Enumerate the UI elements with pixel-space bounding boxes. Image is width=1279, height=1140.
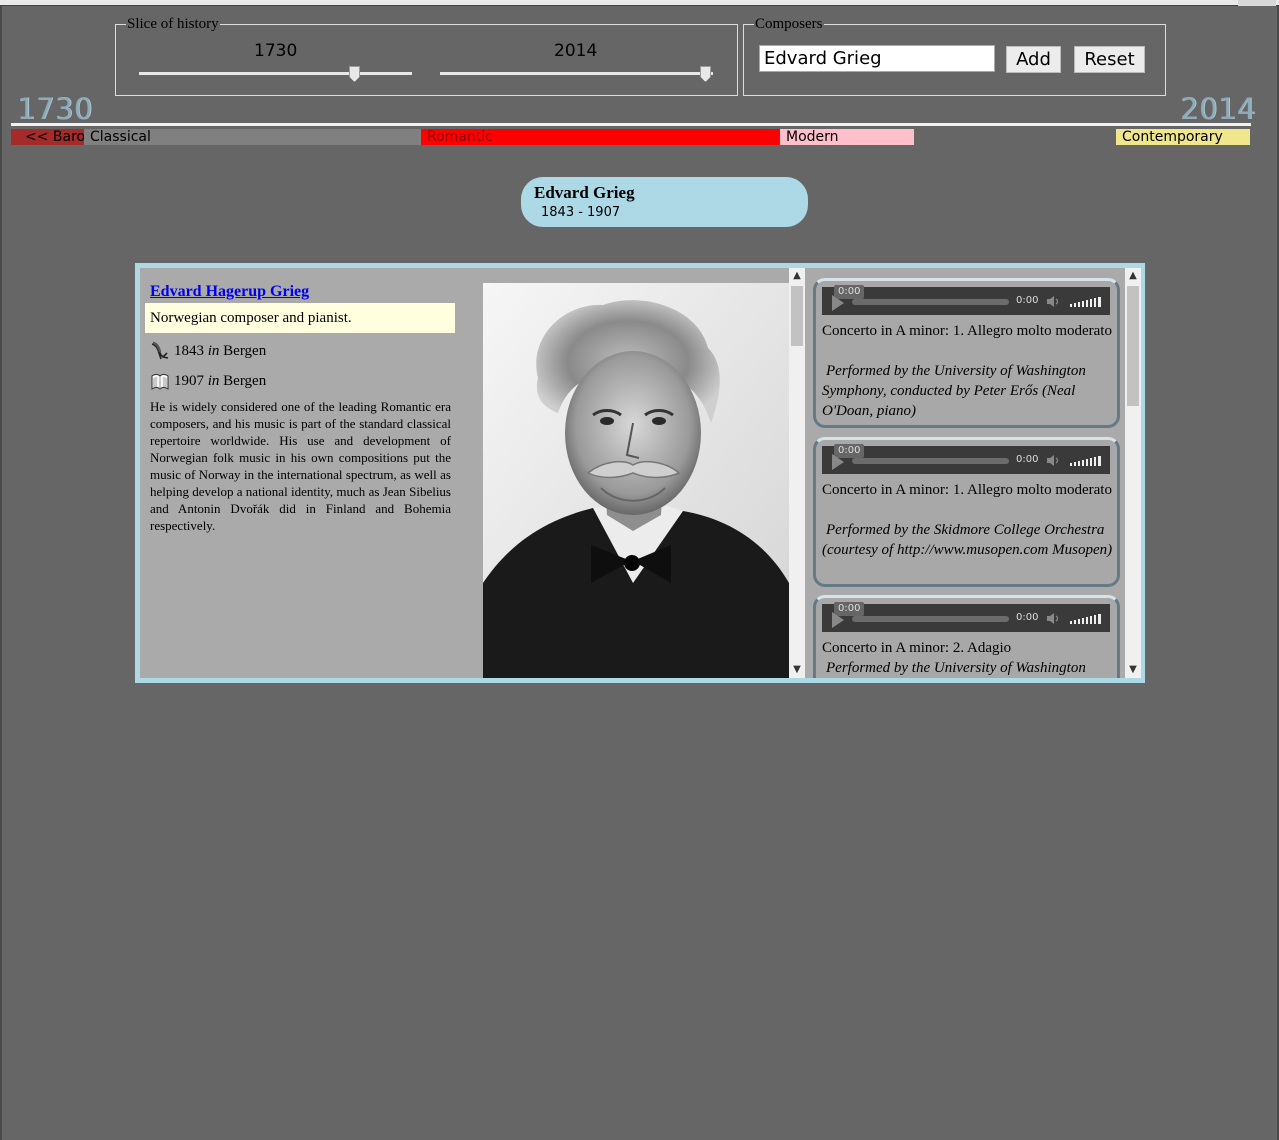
scroll-up-arrow-icon[interactable]: ▲ [789, 268, 805, 284]
reset-button[interactable]: Reset [1074, 46, 1145, 73]
progress-bar[interactable] [852, 458, 1009, 464]
recording-performer: Performed by the University of Washingto… [826, 660, 1086, 676]
era-contemporary[interactable]: Contemporary [1116, 129, 1250, 145]
start-year-value: 1730 [254, 41, 298, 61]
era-classical[interactable]: Classical [84, 129, 421, 145]
composer-bubble-name: Edvard Grieg [534, 183, 635, 202]
quill-icon [151, 341, 169, 360]
death-info: 1907 in Bergen [150, 371, 266, 391]
current-time: 0:00 [1016, 454, 1039, 465]
audio-player[interactable]: 0:00 0:00 [822, 602, 1110, 632]
recordings-pane: 0:00 0:00 Concerto in A minor: 1. Allegr… [810, 268, 1125, 678]
composer-input[interactable] [759, 45, 995, 72]
scroll-thumb[interactable] [791, 286, 803, 346]
timeline-start-year: 1730 [17, 92, 93, 126]
composer-description: Norwegian composer and pianist. [145, 303, 455, 333]
birth-in-word: in [207, 342, 220, 359]
play-icon[interactable] [832, 295, 844, 311]
composer-bubble[interactable]: Edvard Grieg 1843 - 1907 [521, 177, 808, 227]
scroll-up-arrow-icon[interactable]: ▲ [1125, 268, 1141, 284]
recording-item: 0:00 0:00 Concerto in A minor: 1. Allegr… [813, 437, 1120, 587]
slice-legend: Slice of history [127, 16, 219, 32]
recording-performer: Performed by the University of Washingto… [822, 363, 1086, 419]
era-baroque[interactable]: << Baroque [11, 129, 84, 145]
play-icon[interactable] [832, 454, 844, 470]
composer-portrait [483, 283, 789, 678]
volume-bars-icon[interactable] [1070, 612, 1104, 626]
composer-biography: He is widely considered one of the leadi… [150, 399, 451, 533]
start-year-slider[interactable] [139, 72, 412, 75]
audio-player[interactable]: 0:00 0:00 [822, 444, 1110, 474]
recording-item: 0:00 0:00 Concerto in A minor: 2. Adagio… [813, 595, 1120, 678]
speaker-icon[interactable] [1046, 612, 1062, 625]
window-control [1238, 0, 1276, 6]
slice-of-history-box: Slice of history [115, 16, 738, 96]
composers-legend: Composers [755, 16, 823, 32]
recording-title: Concerto in A minor: 1. Allegro molto mo… [822, 323, 1112, 339]
birth-year: 1843 [174, 342, 204, 359]
add-button[interactable]: Add [1006, 46, 1061, 73]
composer-bubble-dates: 1843 - 1907 [541, 205, 621, 220]
recording-title: Concerto in A minor: 1. Allegro molto mo… [822, 482, 1112, 498]
birth-info: 1843 in Bergen [150, 341, 266, 361]
frame-border-left [0, 6, 2, 1140]
biography-pane: Edvard Hagerup Grieg Norwegian composer … [140, 268, 805, 678]
timeline-rule [11, 123, 1251, 126]
current-time: 0:00 [1016, 612, 1039, 623]
speaker-icon[interactable] [1046, 454, 1062, 467]
top-strip [0, 0, 1279, 6]
composer-detail-panel: Edvard Hagerup Grieg Norwegian composer … [135, 263, 1145, 683]
current-time: 0:00 [1016, 295, 1039, 306]
birth-place: Bergen [223, 342, 267, 359]
recording-performer: Performed by the Skidmore College Orches… [822, 522, 1113, 558]
timeline-end-year: 2014 [1180, 92, 1256, 126]
death-in-word: in [207, 372, 220, 389]
recording-title: Concerto in A minor: 2. Adagio [822, 640, 1012, 656]
play-icon[interactable] [832, 612, 844, 628]
scroll-down-arrow-icon[interactable]: ▼ [789, 662, 805, 678]
progress-bar[interactable] [852, 299, 1009, 305]
speaker-icon[interactable] [1046, 295, 1062, 308]
scroll-down-arrow-icon[interactable]: ▼ [1125, 662, 1141, 678]
volume-bars-icon[interactable] [1070, 295, 1104, 309]
audio-player[interactable]: 0:00 0:00 [822, 285, 1110, 315]
book-icon [151, 374, 169, 390]
progress-bar[interactable] [852, 616, 1009, 622]
recording-item: 0:00 0:00 Concerto in A minor: 1. Allegr… [813, 278, 1120, 428]
end-year-slider[interactable] [440, 72, 713, 75]
biography-scrollbar[interactable]: ▲ ▼ [789, 268, 805, 678]
era-modern[interactable]: Modern [780, 129, 914, 145]
death-year: 1907 [174, 372, 204, 389]
era-romantic[interactable]: Romantic [421, 129, 780, 145]
portrait-image [483, 283, 789, 678]
recordings-scrollbar[interactable]: ▲ ▼ [1125, 268, 1141, 678]
scroll-thumb[interactable] [1127, 286, 1139, 406]
volume-bars-icon[interactable] [1070, 454, 1104, 468]
death-place: Bergen [223, 372, 267, 389]
end-year-value: 2014 [554, 41, 598, 61]
composer-full-name-link[interactable]: Edvard Hagerup Grieg [150, 283, 309, 301]
